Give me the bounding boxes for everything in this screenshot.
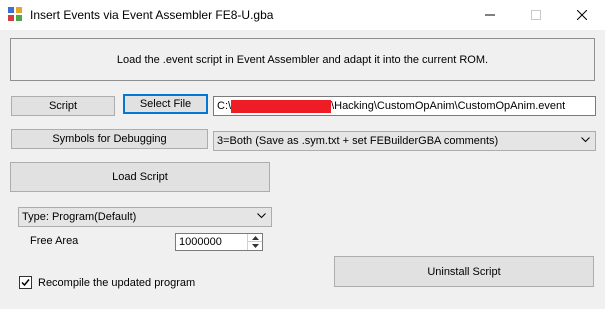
chevron-down-icon [251, 244, 259, 248]
script-button[interactable]: Script [11, 96, 115, 116]
spinner-arrows [247, 234, 262, 250]
minimize-icon [485, 14, 495, 16]
load-script-label: Load Script [112, 171, 168, 183]
free-area-value: 1000000 [179, 236, 222, 248]
description-banner: Load the .event script in Event Assemble… [10, 38, 595, 81]
select-file-button[interactable]: Select File [123, 94, 208, 114]
chevron-down-icon [257, 213, 266, 219]
symbols-debug-label: Symbols for Debugging [52, 133, 167, 145]
maximize-icon [531, 10, 541, 20]
redacted-path-segment [231, 99, 332, 113]
type-select-value: Type: Program(Default) [22, 211, 137, 223]
symbols-debug-button[interactable]: Symbols for Debugging [11, 129, 208, 149]
app-icon [8, 7, 22, 21]
select-file-label: Select File [139, 98, 192, 110]
checkmark-icon [21, 279, 30, 287]
title-bar: Insert Events via Event Assembler FE8-U.… [0, 0, 605, 30]
spinner-down-button[interactable] [248, 242, 262, 250]
free-area-label: Free Area [30, 235, 79, 247]
symbols-mode-value: 3=Both (Save as .sym.txt + set FEBuilder… [217, 135, 499, 147]
minimize-button[interactable] [467, 0, 513, 30]
maximize-button[interactable] [513, 0, 559, 30]
type-select[interactable]: Type: Program(Default) [18, 207, 272, 227]
uninstall-script-label: Uninstall Script [427, 265, 501, 278]
window-title: Insert Events via Event Assembler FE8-U.… [30, 8, 274, 22]
close-button[interactable] [559, 0, 605, 30]
symbols-mode-select[interactable]: 3=Both (Save as .sym.txt + set FEBuilder… [213, 131, 596, 151]
recompile-checkbox[interactable] [19, 276, 32, 289]
description-text: Load the .event script in Event Assemble… [116, 53, 489, 66]
script-button-label: Script [48, 100, 78, 112]
close-icon [577, 10, 587, 20]
spinner-up-button[interactable] [248, 234, 262, 242]
chevron-up-icon [251, 235, 259, 240]
recompile-label[interactable]: Recompile the updated program [38, 277, 195, 289]
load-script-button[interactable]: Load Script [10, 162, 270, 192]
path-suffix: \Hacking\CustomOpAnim\CustomOpAnim.event [331, 100, 566, 112]
uninstall-script-button[interactable]: Uninstall Script [334, 256, 594, 287]
free-area-spinner[interactable]: 1000000 [175, 233, 263, 251]
path-prefix: C:\ [217, 100, 232, 112]
chevron-down-icon [581, 137, 590, 143]
script-path-input[interactable]: C:\ \Hacking\CustomOpAnim\CustomOpAnim.ev… [213, 96, 596, 116]
